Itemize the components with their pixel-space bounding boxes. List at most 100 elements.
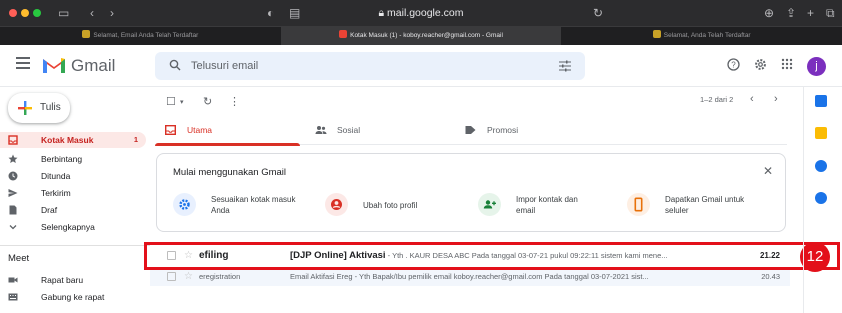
sidebar: Tulis Kotak Masuk 1 Berbintang Ditunda T…	[0, 87, 150, 313]
more-options-icon[interactable]: ⋮	[229, 95, 240, 108]
account-icon	[325, 193, 348, 216]
browser-tab[interactable]: Selamat, Email Anda Telah Terdaftar	[0, 27, 281, 45]
browser-tab-bar: Selamat, Email Anda Telah Terdaftar Kota…	[0, 26, 842, 45]
search-input[interactable]	[191, 57, 521, 75]
minimize-window-button[interactable]	[21, 9, 29, 17]
app-name[interactable]: Gmail	[71, 56, 115, 76]
sidebar-item-label: Ditunda	[41, 171, 71, 181]
sidebar-item-drafts[interactable]: Draf	[0, 202, 146, 218]
setup-step-label: Dapatkan Gmail untuk seluler	[665, 195, 745, 215]
main-menu-icon[interactable]	[16, 57, 30, 69]
row-checkbox[interactable]	[167, 272, 176, 281]
setup-step-import[interactable]: Impor kontak dan email	[478, 191, 628, 221]
settings-gear-icon[interactable]	[754, 58, 767, 71]
setup-step-mobile[interactable]: Dapatkan Gmail untuk seluler	[627, 191, 777, 221]
url-text: mail.google.com	[387, 7, 464, 19]
close-icon[interactable]: ✕	[763, 164, 773, 178]
select-menu-chevron-down-icon[interactable]: ▾	[180, 98, 184, 106]
maximize-window-button[interactable]	[33, 9, 41, 17]
email-row[interactable]: ☆ eregistration Email Aktifasi Ereg - Yt…	[150, 268, 790, 286]
site-favicon-icon	[652, 30, 661, 38]
gmail-favicon-icon	[339, 30, 348, 38]
previous-page-icon[interactable]: ‹	[750, 93, 754, 105]
tab-social[interactable]: Sosial	[305, 115, 450, 145]
email-sender: eregistration	[199, 272, 241, 281]
reload-icon[interactable]: ↻	[593, 5, 603, 21]
sidebar-item-more[interactable]: Selengkapnya	[0, 219, 146, 235]
compose-button[interactable]: Tulis	[8, 93, 70, 123]
meet-section-title: Meet	[8, 253, 30, 264]
tab-primary[interactable]: Utama	[155, 115, 300, 146]
divider	[0, 245, 150, 246]
search-icon[interactable]	[169, 59, 181, 71]
refresh-icon[interactable]: ↻	[203, 95, 212, 108]
close-window-button[interactable]	[9, 9, 17, 17]
site-favicon-icon	[82, 30, 91, 38]
setup-card-title: Mulai menggunakan Gmail	[173, 167, 287, 178]
email-date: 20.43	[761, 272, 780, 281]
shield-icon[interactable]: ◐	[267, 5, 274, 21]
people-icon	[315, 126, 327, 134]
tab-overview-icon[interactable]: ⧉	[826, 5, 835, 21]
new-tab-icon[interactable]: +	[807, 5, 814, 21]
inbox-icon	[8, 135, 18, 145]
tag-icon	[465, 126, 476, 134]
tab-label: Selamat, Anda Telah Terdaftar	[663, 32, 751, 39]
lock-icon: 🔒︎	[378, 7, 385, 19]
tab-label: Promosi	[487, 125, 519, 135]
email-snippet: - Yth Bapak/Ibu pemilik email koboy.reac…	[352, 272, 649, 281]
video-icon	[8, 277, 18, 283]
sidebar-item-snoozed[interactable]: Ditunda	[0, 168, 146, 184]
search-options-icon[interactable]	[559, 60, 571, 72]
contacts-icon[interactable]	[815, 192, 827, 204]
chevron-down-icon	[9, 225, 17, 230]
help-icon[interactable]: ?	[727, 58, 740, 71]
setup-step-label: Sesuaikan kotak masuk Anda	[211, 195, 296, 215]
tab-label: Selamat, Email Anda Telah Terdaftar	[93, 32, 199, 39]
compose-label: Tulis	[40, 102, 61, 113]
sidebar-item-inbox[interactable]: Kotak Masuk 1	[0, 132, 146, 148]
side-panel	[803, 87, 842, 313]
calendar-icon[interactable]	[815, 95, 827, 107]
page: ▭ ‹ › ◐ ▤ 🔒︎ mail.google.com ↻ ⊕ ⇪ + ⧉ S…	[0, 0, 842, 313]
sidebar-toggle-icon[interactable]: ▭	[58, 5, 69, 21]
keep-icon[interactable]	[815, 127, 827, 139]
browser-tab[interactable]: Selamat, Anda Telah Terdaftar	[561, 27, 842, 45]
select-all-checkbox[interactable]: ☐	[166, 95, 176, 108]
tab-promotions[interactable]: Promosi	[455, 115, 600, 145]
setup-step-label: Impor kontak dan email	[516, 195, 578, 215]
email-subject: Email Aktifasi Ereg	[290, 272, 353, 281]
tab-label: Sosial	[337, 125, 361, 135]
svg-text:?: ?	[731, 60, 736, 69]
meet-new-meeting[interactable]: Rapat baru	[0, 272, 146, 288]
sidebar-item-starred[interactable]: Berbintang	[0, 151, 146, 167]
setup-step-profile-photo[interactable]: Ubah foto profil	[325, 191, 475, 221]
address-bar[interactable]: 🔒︎ mail.google.com	[337, 5, 505, 21]
gmail-header: Gmail ?	[0, 45, 842, 87]
sidebar-item-label: Kotak Masuk	[41, 135, 94, 145]
pagination-text: 1–2 dari 2	[700, 95, 734, 104]
search-bar	[155, 52, 585, 80]
forward-icon[interactable]: ›	[110, 5, 114, 21]
sidebar-item-sent[interactable]: Terkirim	[0, 185, 146, 201]
meet-join-meeting[interactable]: Gabung ke rapat	[0, 289, 146, 305]
compose-plus-icon	[18, 101, 32, 115]
meet-item-label: Gabung ke rapat	[41, 292, 105, 302]
tab-label: Utama	[187, 125, 213, 135]
tab-label: Kotak Masuk (1) - koboy.reacher@gmail.co…	[350, 32, 503, 39]
tasks-icon[interactable]	[815, 160, 827, 172]
star-icon[interactable]: ☆	[184, 268, 193, 286]
star-icon	[8, 154, 18, 163]
gmail-logo-icon	[43, 58, 65, 73]
download-icon[interactable]: ⊕	[764, 5, 774, 21]
email-subject-line: Email Aktifasi Ereg - Yth Bapak/Ibu pemi…	[290, 268, 764, 286]
sidebar-item-label: Berbintang	[41, 154, 83, 164]
share-icon[interactable]: ⇪	[786, 5, 796, 21]
tab-page-icon[interactable]: ▤	[289, 5, 300, 21]
back-icon[interactable]: ‹	[90, 5, 94, 21]
browser-tab-active[interactable]: Kotak Masuk (1) - koboy.reacher@gmail.co…	[280, 27, 562, 45]
account-avatar[interactable]: j	[807, 57, 826, 76]
next-page-icon[interactable]: ›	[774, 93, 778, 105]
setup-step-customize[interactable]: Sesuaikan kotak masuk Anda	[173, 191, 323, 221]
apps-grid-icon[interactable]	[781, 58, 793, 70]
